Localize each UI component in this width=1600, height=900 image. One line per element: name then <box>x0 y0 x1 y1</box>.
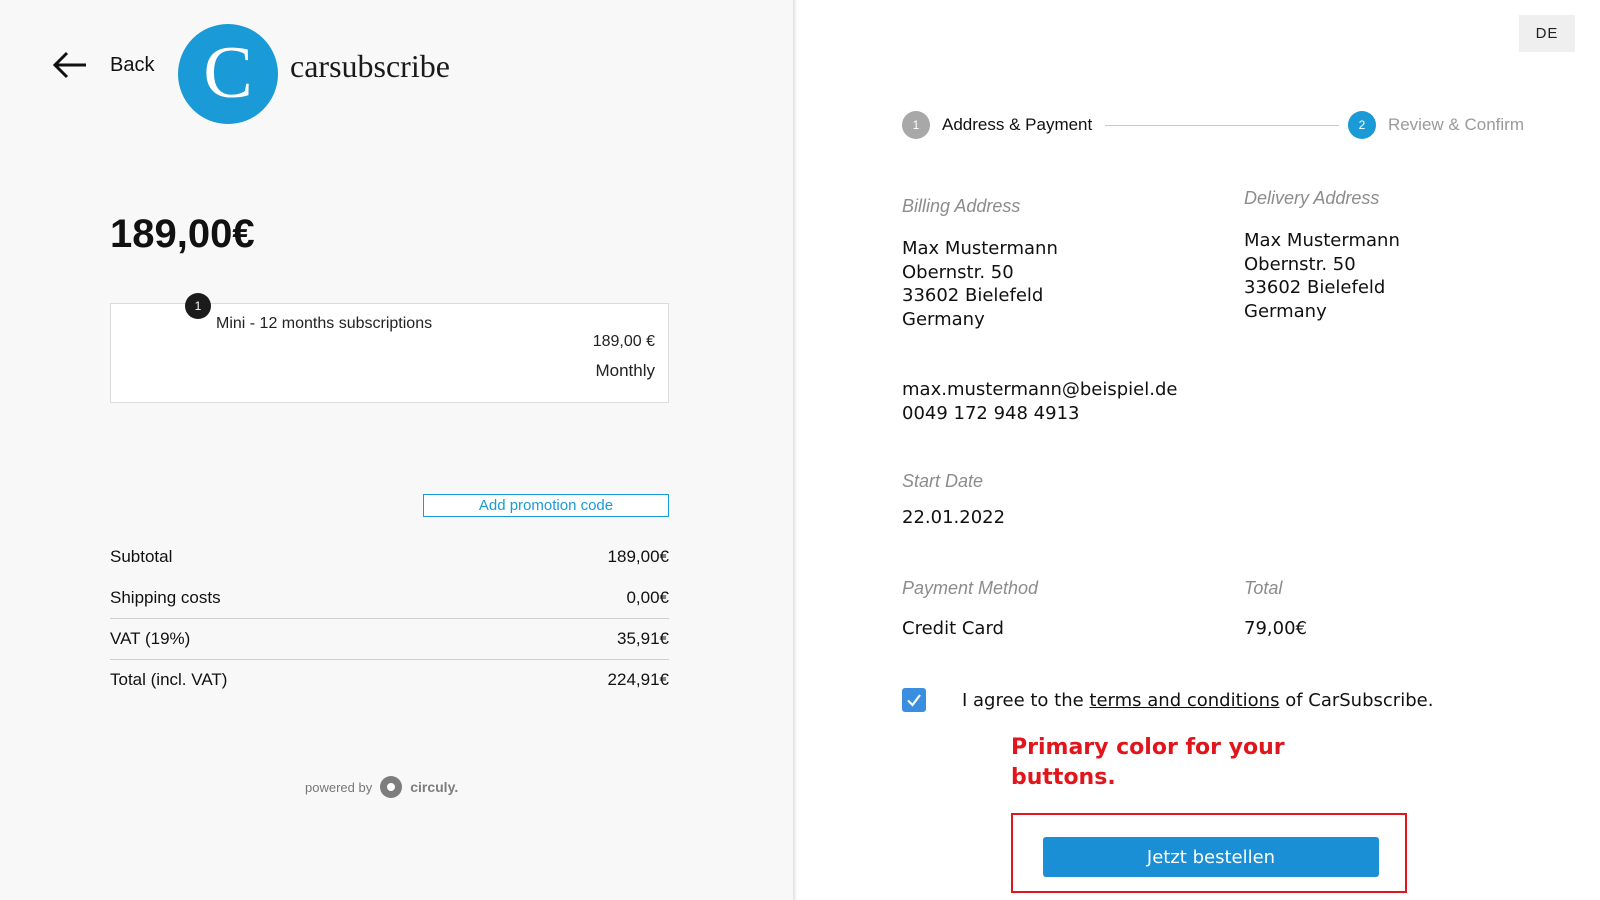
summary-value: 35,91€ <box>617 629 669 648</box>
total-value: 79,00€ <box>1244 618 1307 639</box>
checkout-stepper: 1 Address & Payment 2 Review & Confirm <box>902 111 1524 141</box>
address-line: Obernstr. 50 <box>1244 253 1356 275</box>
powered-by-footer: powered by circuly. <box>305 776 458 798</box>
step-label: Review & Confirm <box>1387 115 1524 134</box>
billing-address-title: Billing Address <box>902 196 1021 216</box>
summary-row-shipping: Shipping costs 0,00€ <box>110 577 669 618</box>
primary-color-annotation: Primary color for your buttons. <box>1011 733 1311 793</box>
step-label: Address & Payment <box>942 115 1093 134</box>
item-price: 189,00 € <box>592 333 655 350</box>
terms-prefix: I agree to the <box>962 690 1090 711</box>
item-name: Mini - 12 months subscriptions <box>216 315 433 332</box>
arrow-left-icon <box>52 51 86 79</box>
email-value: max.mustermann@beispiel.de <box>902 379 1178 400</box>
panel-divider <box>793 0 797 900</box>
checkmark-icon <box>907 694 921 707</box>
summary-label: Total (incl. VAT) <box>110 670 228 689</box>
summary-label: Shipping costs <box>110 587 221 607</box>
circuly-logo-icon <box>380 776 403 798</box>
step-connector <box>1105 125 1339 126</box>
step-review-confirm: 2 Review & Confirm <box>1347 111 1524 139</box>
address-line: 33602 Bielefeld <box>902 285 1044 306</box>
quantity-badge: 1 <box>185 293 211 319</box>
back-label: Back <box>110 53 155 76</box>
contact-info: max.mustermann@beispiel.de 0049 172 948 … <box>902 378 1177 425</box>
annotation-line: buttons. <box>1011 765 1116 790</box>
back-button[interactable]: Back <box>52 50 154 80</box>
annotation-line: Primary color for your <box>1011 735 1285 760</box>
billing-address: Max Mustermann Obernstr. 50 33602 Bielef… <box>902 237 1058 331</box>
summary-label: VAT (19%) <box>110 629 191 648</box>
summary-row-subtotal: Subtotal 189,00€ <box>110 536 669 577</box>
terms-checkbox[interactable] <box>902 688 926 712</box>
start-date-title: Start Date <box>902 471 984 491</box>
address-line: Obernstr. 50 <box>902 261 1014 283</box>
terms-suffix: of CarSubscribe. <box>1279 690 1434 711</box>
place-order-button[interactable]: Jetzt bestellen <box>1043 837 1379 877</box>
terms-and-conditions-link[interactable]: terms and conditions <box>1089 690 1279 711</box>
summary-value: 224,91€ <box>607 670 669 689</box>
brand-logo: C <box>178 24 278 124</box>
order-price: 189,00€ <box>110 212 255 256</box>
start-date-value: 22.01.2022 <box>902 507 1006 528</box>
terms-text: I agree to the terms and conditions of C… <box>962 690 1433 711</box>
summary-row-vat: VAT (19%) 35,91€ <box>110 618 669 659</box>
delivery-address-title: Delivery Address <box>1244 188 1380 208</box>
address-line: 33602 Bielefeld <box>1244 277 1386 298</box>
step-number: 1 <box>902 111 930 139</box>
summary-row-total: Total (incl. VAT) 224,91€ <box>110 659 669 700</box>
language-switcher[interactable]: DE <box>1519 15 1575 52</box>
delivery-address: Max Mustermann Obernstr. 50 33602 Bielef… <box>1244 229 1400 323</box>
address-line: Germany <box>1244 300 1327 322</box>
summary-label: Subtotal <box>110 546 173 566</box>
powered-by-label: powered by <box>305 779 373 795</box>
address-line: Max Mustermann <box>1244 230 1400 251</box>
summary-value: 189,00€ <box>607 546 669 566</box>
item-period: Monthly <box>595 361 655 380</box>
payment-method-title: Payment Method <box>902 578 1039 598</box>
step-address-payment[interactable]: 1 Address & Payment <box>902 111 1092 139</box>
payment-method-value: Credit Card <box>902 618 1004 639</box>
phone-value: 0049 172 948 4913 <box>902 402 1080 424</box>
address-line: Max Mustermann <box>902 238 1058 259</box>
add-promotion-code-button[interactable]: Add promotion code <box>423 494 669 517</box>
step-number: 2 <box>1347 111 1376 139</box>
total-title: Total <box>1244 578 1283 598</box>
address-line: Germany <box>902 308 985 330</box>
price-summary: Subtotal 189,00€ Shipping costs 0,00€ VA… <box>110 536 669 700</box>
order-summary-panel: Back C carsubscribe 189,00€ 1 Mini - 12 … <box>0 0 793 900</box>
brand-name: carsubscribe <box>290 48 450 84</box>
summary-value: 0,00€ <box>626 587 669 607</box>
provider-name: circuly. <box>410 779 459 795</box>
terms-agreement <box>902 688 926 712</box>
